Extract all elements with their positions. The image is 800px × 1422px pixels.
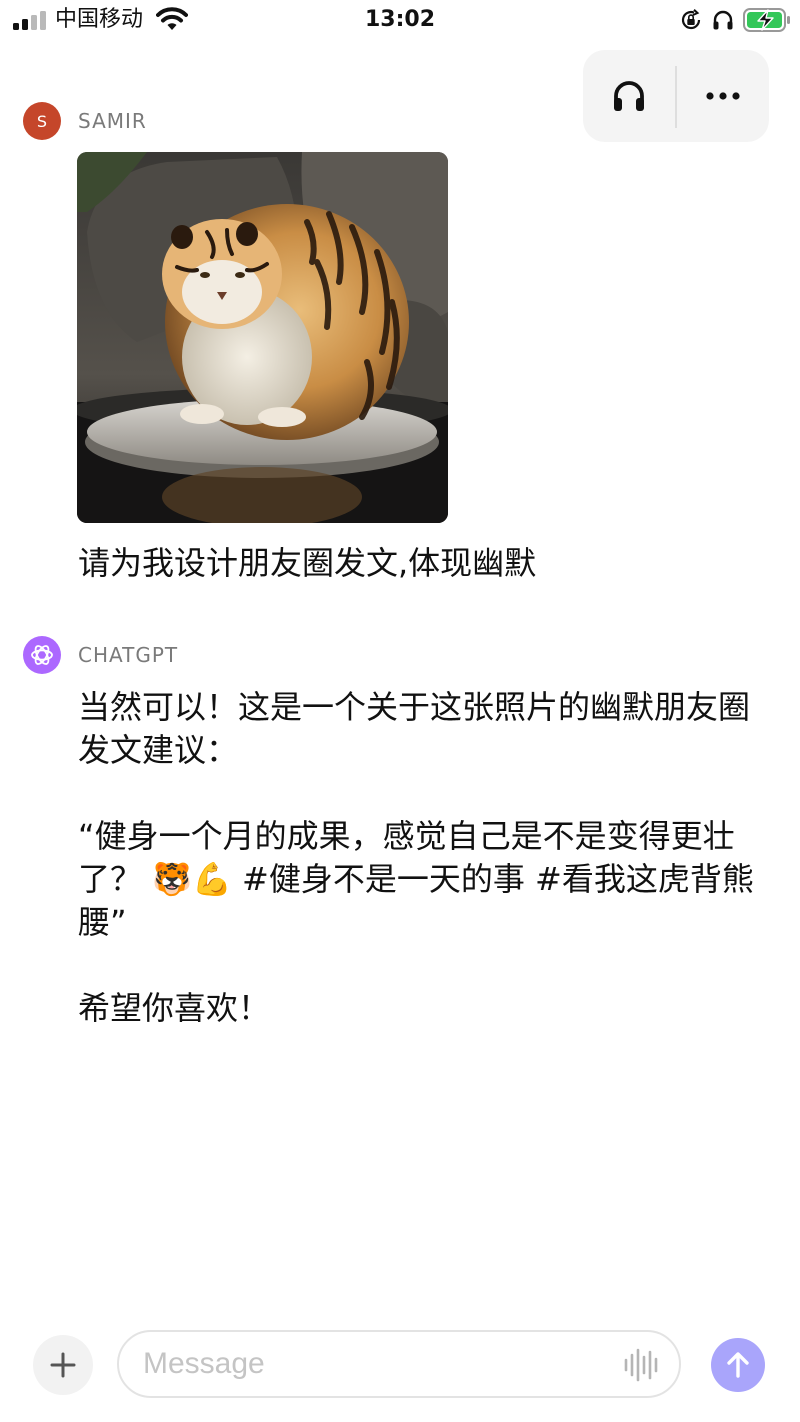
message-composer (117, 1330, 681, 1398)
message-input[interactable] (143, 1332, 613, 1396)
voice-mode-button[interactable] (583, 50, 675, 142)
attached-tiger-photo[interactable] (77, 152, 448, 523)
add-attachment-button[interactable] (33, 1335, 93, 1395)
tiger-photo-image (77, 152, 448, 523)
arrow-up-icon (727, 1352, 749, 1378)
assistant-paragraph: 当然可以！这是一个关于这张照片的幽默朋友圈发文建议： (78, 688, 751, 769)
more-options-button[interactable] (677, 50, 769, 142)
assistant-message: 当然可以！这是一个关于这张照片的幽默朋友圈发文建议： “健身一个月的成果，感觉自… (78, 686, 758, 1030)
plus-icon (50, 1352, 76, 1378)
assistant-paragraph: 希望你喜欢！ (78, 989, 271, 1027)
openai-logo-icon (31, 645, 53, 665)
chat-screen: 中国移动 13:02 S SAMIR 请为我设计朋友圈发文,体现幽默 CHATG… (0, 0, 800, 1422)
chatgpt-avatar (23, 636, 61, 674)
user-message-text: 请为我设计朋友圈发文,体现幽默 (78, 544, 537, 582)
assistant-paragraph: “健身一个月的成果，感觉自己是不是变得更壮了？ 🐯💪 #健身不是一天的事 #看我… (78, 817, 754, 941)
user-avatar-initial: S (36, 111, 48, 131)
headphones-icon (614, 81, 644, 111)
user-avatar: S (23, 102, 61, 140)
headphones-icon (713, 10, 733, 30)
more-icon (706, 92, 740, 100)
status-bar: 中国移动 13:02 (0, 0, 800, 40)
waveform-icon[interactable] (623, 1348, 661, 1382)
user-sender-name: SAMIR (78, 109, 147, 133)
battery-charging-icon (743, 8, 790, 32)
orientation-lock-icon (681, 9, 701, 30)
send-button[interactable] (711, 1338, 765, 1392)
header-controls (583, 50, 769, 142)
chatgpt-sender-name: CHATGPT (78, 643, 179, 667)
